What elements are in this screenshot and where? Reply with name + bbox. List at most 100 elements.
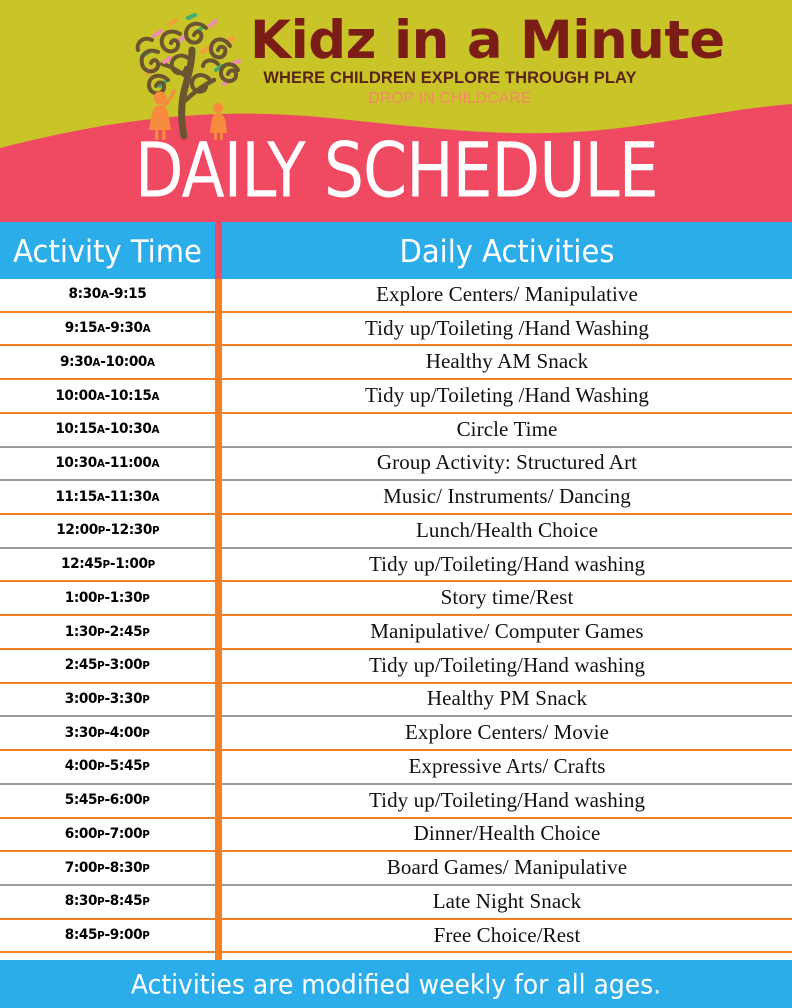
activity-time-text: 8:30A-9:15 [68, 286, 147, 303]
daily-activity-text: Lunch/Health Choice [415, 517, 599, 542]
cell-daily-activity: Healthy PM Snack [215, 684, 792, 716]
activity-time-text: 10:15A-10:30A [55, 421, 160, 438]
cell-daily-activity: Healthy AM Snack [215, 346, 792, 378]
schedule-rows: 8:30A-9:15 Explore Centers/ Manipulative 9… [0, 279, 792, 954]
title-band: DAILY SCHEDULE [0, 118, 792, 222]
cell-daily-activity: Expressive Arts/ Crafts [215, 751, 792, 783]
cell-activity-time: 7:00P-8:30P [0, 852, 215, 884]
activity-time-text: 1:00P-1:30P [65, 589, 150, 606]
table-row: 4:00P-5:45P Expressive Arts/ Crafts [0, 751, 792, 785]
column-header-activity: Daily Activities [222, 222, 792, 279]
activity-time-text: 1:30P-2:45P [65, 623, 150, 640]
brand-subtagline: DROP IN CHILDCARE [368, 90, 532, 108]
activity-time-text: 10:00A-10:15A [55, 387, 160, 404]
table-row: 3:30P-4:00P Explore Centers/ Movie [0, 717, 792, 752]
cell-daily-activity: Tidy up/Toileting /Hand Washing [215, 380, 792, 412]
activity-time-text: 9:30A-10:00A [60, 353, 155, 370]
table-row: 3:00P-3:30P Healthy PM Snack [0, 684, 792, 718]
page-title: DAILY SCHEDULE [134, 125, 659, 215]
cell-activity-time: 12:45P-1:00P [0, 549, 215, 581]
cell-activity-time: 6:00P-7:00P [0, 819, 215, 851]
table-row: 8:30P-8:45P Late Night Snack [0, 886, 792, 920]
table-row: 9:15A-9:30A Tidy up/Toileting /Hand Washi… [0, 313, 792, 347]
daily-activity-text: Explore Centers/ Manipulative [376, 281, 638, 306]
activity-time-text: 5:45P-6:00P [65, 792, 150, 809]
cell-daily-activity: Tidy up/Toileting/Hand washing [215, 549, 792, 581]
table-row: 11:15A-11:30A Music/ Instruments/ Dancing [0, 481, 792, 516]
activity-time-text: 11:15A-11:30A [55, 488, 160, 505]
table-row: 12:00P-12:30P Lunch/Health Choice [0, 515, 792, 549]
cell-activity-time: 9:15A-9:30A [0, 313, 215, 345]
cell-activity-time: 4:00P-5:45P [0, 751, 215, 783]
cell-daily-activity: Explore Centers/ Manipulative [215, 279, 792, 311]
cell-activity-time: 2:45P-3:00P [0, 650, 215, 682]
cell-daily-activity: Circle Time [215, 414, 792, 446]
cell-activity-time: 8:45P-9:00P [0, 920, 215, 952]
cell-daily-activity: Tidy up/Toileting/Hand washing [215, 650, 792, 682]
table-row: 12:45P-1:00P Tidy up/Toileting/Hand washi… [0, 549, 792, 583]
activity-time-text: 6:00P-7:00P [65, 825, 150, 842]
cell-activity-time: 11:15A-11:30A [0, 481, 215, 513]
cell-activity-time: 12:00P-12:30P [0, 515, 215, 547]
daily-activity-text: Manipulative/ Computer Games [370, 619, 644, 644]
cell-daily-activity: Late Night Snack [215, 886, 792, 918]
cell-activity-time: 8:30P-8:45P [0, 886, 215, 918]
activity-time-text: 9:15A-9:30A [64, 320, 151, 337]
brand-block: Kidz in a Minute WHERE CHILDREN EXPLORE … [250, 10, 725, 108]
daily-activity-text: Tidy up/Toileting /Hand Washing [364, 315, 650, 340]
activity-time-text: 2:45P-3:00P [65, 657, 150, 674]
cell-activity-time: 5:45P-6:00P [0, 785, 215, 817]
daily-activity-text: Story time/Rest [440, 585, 574, 610]
cell-activity-time: 3:30P-4:00P [0, 717, 215, 749]
daily-activity-text: Group Activity: Structured Art [376, 450, 638, 475]
daily-activity-text: Circle Time [456, 416, 558, 441]
table-row: 8:45P-9:00P Free Choice/Rest [0, 920, 792, 954]
daily-activity-text: Free Choice/Rest [433, 922, 581, 947]
brand-name: Kidz in a Minute [250, 10, 725, 71]
table-row: 10:00A-10:15A Tidy up/Toileting /Hand Was… [0, 380, 792, 414]
cell-daily-activity: Story time/Rest [215, 582, 792, 614]
cell-daily-activity: Explore Centers/ Movie [215, 717, 792, 749]
activity-time-text: 12:45P-1:00P [60, 556, 155, 573]
cell-daily-activity: Lunch/Health Choice [215, 515, 792, 547]
cell-activity-time: 10:00A-10:15A [0, 380, 215, 412]
table-row: 1:30P-2:45P Manipulative/ Computer Games [0, 616, 792, 650]
activity-time-text: 10:30A-11:00A [55, 454, 160, 471]
daily-activity-text: Expressive Arts/ Crafts [408, 753, 606, 778]
cell-daily-activity: Board Games/ Manipulative [215, 852, 792, 884]
cell-activity-time: 8:30A-9:15 [0, 279, 215, 311]
table-column-divider [215, 279, 222, 960]
activity-time-text: 3:30P-4:00P [65, 724, 150, 741]
daily-activity-text: Late Night Snack [432, 888, 582, 913]
daily-activity-text: Board Games/ Manipulative [386, 855, 628, 880]
column-header-time: Activity Time [0, 222, 215, 279]
table-row: 5:45P-6:00P Tidy up/Toileting/Hand washin… [0, 785, 792, 819]
cell-daily-activity: Manipulative/ Computer Games [215, 616, 792, 648]
cell-activity-time: 9:30A-10:00A [0, 346, 215, 378]
footer-band: Activities are modified weekly for all a… [0, 960, 792, 1008]
daily-activity-text: Tidy up/Toileting /Hand Washing [364, 383, 650, 408]
daily-activity-text: Tidy up/Toileting/Hand washing [368, 652, 646, 677]
table-row: 10:30A-11:00A Group Activity: Structured … [0, 448, 792, 482]
cell-daily-activity: Tidy up/Toileting /Hand Washing [215, 313, 792, 345]
daily-activity-text: Healthy PM Snack [426, 686, 588, 711]
table-row: 10:15A-10:30A Circle Time [0, 414, 792, 448]
activity-time-text: 8:30P-8:45P [65, 893, 150, 910]
cell-daily-activity: Free Choice/Rest [215, 920, 792, 952]
activity-time-text: 7:00P-8:30P [65, 859, 150, 876]
cell-daily-activity: Dinner/Health Choice [215, 819, 792, 851]
footer-note: Activities are modified weekly for all a… [130, 968, 662, 1000]
daily-activity-text: Explore Centers/ Movie [405, 720, 609, 745]
daily-activity-text: Tidy up/Toileting/Hand washing [368, 787, 646, 812]
table-row: 9:30A-10:00A Healthy AM Snack [0, 346, 792, 381]
cell-activity-time: 10:30A-11:00A [0, 448, 215, 480]
table-row: 7:00P-8:30P Board Games/ Manipulative [0, 852, 792, 886]
table-row: 2:45P-3:00P Tidy up/Toileting/Hand washin… [0, 650, 792, 684]
cell-activity-time: 1:30P-2:45P [0, 616, 215, 648]
cell-daily-activity: Tidy up/Toileting/Hand washing [215, 785, 792, 817]
activity-time-text: 4:00P-5:45P [65, 758, 150, 775]
table-column-header: Activity Time Daily Activities [0, 222, 792, 279]
column-header-activity-label: Daily Activities [399, 232, 615, 269]
table-row: 1:00P-1:30P Story time/Rest [0, 582, 792, 617]
daily-activity-text: Dinner/Health Choice [413, 821, 601, 846]
